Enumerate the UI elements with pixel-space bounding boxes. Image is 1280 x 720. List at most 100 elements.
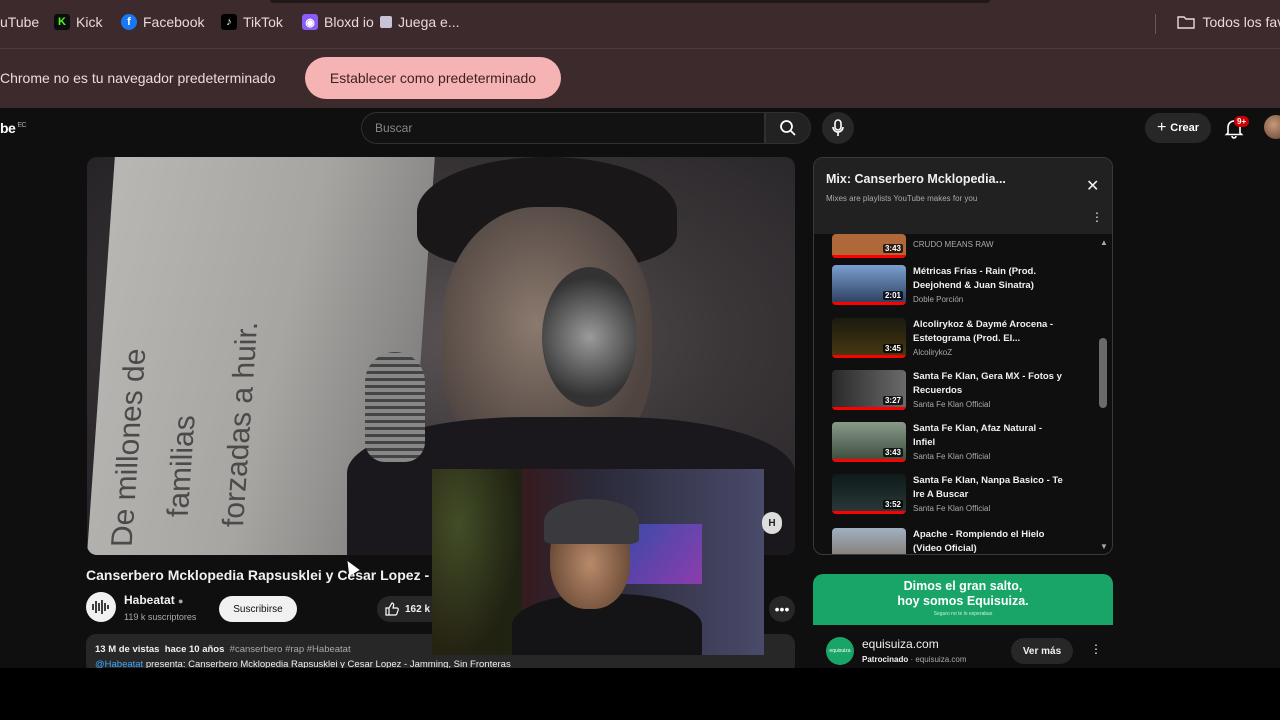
sponsored-domain: · equisuiza.com xyxy=(908,655,967,664)
playlist-item-title: Santa Fe Klan, Gera MX - Fotos y Recuerd… xyxy=(913,371,1062,396)
scroll-down-icon[interactable]: ▼ xyxy=(1100,542,1108,551)
like-count: 162 k xyxy=(405,603,431,615)
advertiser-logo[interactable]: equisuiza xyxy=(826,637,854,665)
create-button[interactable]: + Crear xyxy=(1145,113,1211,143)
playlist-title[interactable]: Mix: Canserbero Mcklopedia... xyxy=(826,172,1006,186)
bookmark-label: Kick xyxy=(76,14,103,30)
all-bookmarks-label: Todos los favo xyxy=(1202,14,1280,30)
bookmark-tiktok[interactable]: ♪ TikTok xyxy=(221,14,283,30)
playlist-item[interactable]: 3:52 Santa Fe Klan, Nanpa Basico - Te Ir… xyxy=(832,474,1092,526)
progress-bar xyxy=(832,355,906,358)
sponsored-ad[interactable]: Dimos el gran salto, hoy somos Equisuiza… xyxy=(813,574,1113,674)
playlist-scrollbar[interactable] xyxy=(1099,338,1107,408)
playlist-item-info: Apache - Rompiendo el Hielo (Video Ofici… xyxy=(913,528,1063,554)
bottom-letterbox xyxy=(0,668,1280,720)
progress-bar xyxy=(832,302,906,305)
logo-text: be xyxy=(0,120,16,136)
playlist-item-info: Santa Fe Klan, Nanpa Basico - Te Ire A B… xyxy=(913,474,1063,513)
progress-bar xyxy=(832,459,906,462)
set-default-button[interactable]: Establecer como predeterminado xyxy=(305,57,561,99)
playlist-item-title: Santa Fe Klan, Afaz Natural - Infiel xyxy=(913,423,1042,448)
playlist-item[interactable]: 3:27 Santa Fe Klan, Gera MX - Fotos y Re… xyxy=(832,370,1092,422)
facebook-icon: f xyxy=(121,14,137,30)
duration-badge: 2:01 xyxy=(882,291,903,300)
bookmark-label: Juega e... xyxy=(398,14,460,30)
search-input[interactable]: Buscar xyxy=(361,112,765,144)
like-button[interactable]: 162 k xyxy=(377,596,437,622)
bookmark-label: Facebook xyxy=(143,14,205,30)
bookmark-bloxd[interactable]: ◉ Bloxd io xyxy=(302,14,374,30)
upload-date: hace 10 años xyxy=(164,644,225,655)
close-icon[interactable]: ✕ xyxy=(1086,176,1099,196)
playlist-item-title: Métricas Frías - Rain (Prod. Deejohend &… xyxy=(913,266,1037,291)
playlist-item-info: CRUDO MEANS RAW xyxy=(913,238,1063,249)
subscriber-count: 119 k suscriptores xyxy=(124,612,197,622)
more-vertical-icon[interactable]: ⋮ xyxy=(1090,642,1102,656)
bookmark-facebook[interactable]: f Facebook xyxy=(121,14,204,30)
playlist-item-info: Santa Fe Klan, Afaz Natural - Infiel San… xyxy=(913,422,1063,461)
playlist-item-title: Santa Fe Klan, Nanpa Basico - Te Ire A B… xyxy=(913,475,1063,500)
soundwave-icon xyxy=(92,600,109,614)
all-bookmarks-folder[interactable]: Todos los favo xyxy=(1176,14,1280,30)
sponsored-label: Patrocinado xyxy=(862,655,909,664)
playlist-item-info: Métricas Frías - Rain (Prod. Deejohend &… xyxy=(913,265,1063,304)
playlist-item-channel: AlcolirykoZ xyxy=(913,348,953,357)
search-button[interactable] xyxy=(765,112,811,144)
voice-search-button[interactable] xyxy=(822,112,854,144)
ad-banner[interactable]: Dimos el gran salto, hoy somos Equisuiza… xyxy=(813,574,1113,625)
more-horizontal-icon: ••• xyxy=(774,601,790,617)
bookmarks-separator xyxy=(1155,14,1156,34)
channel-avatar[interactable] xyxy=(86,592,116,622)
video-thumbnail: 3:43 xyxy=(832,234,906,258)
playlist-item-channel: Santa Fe Klan Official xyxy=(913,504,991,513)
video-thumbnail: 3:27 xyxy=(832,370,906,410)
bookmarks-bar: uTube K Kick f Facebook ♪ TikTok ◉ Bloxd… xyxy=(0,0,1280,48)
bookmark-youtube[interactable]: uTube xyxy=(0,14,39,30)
description-meta: 13 M de vistas hace 10 años #canserbero … xyxy=(95,644,351,655)
create-label: Crear xyxy=(1170,122,1200,134)
webcam-person-cap xyxy=(544,499,639,544)
bookmark-label: uTube xyxy=(0,14,40,30)
playlist-item-title: Apache - Rompiendo el Hielo (Video Ofici… xyxy=(913,529,1045,554)
folder-icon xyxy=(1176,16,1195,29)
see-more-button[interactable]: Ver más xyxy=(1011,638,1073,664)
playlist-item[interactable]: 2:01 Métricas Frías - Rain (Prod. Deejoh… xyxy=(832,265,1092,317)
default-browser-infobar: Chrome no es tu navegador predeterminado… xyxy=(0,48,1280,108)
bookmark-kick[interactable]: K Kick xyxy=(54,14,102,30)
webcam-overlay xyxy=(432,469,764,655)
duration-badge: 3:43 xyxy=(882,244,903,253)
browser-window: uTube K Kick f Facebook ♪ TikTok ◉ Bloxd… xyxy=(0,0,1280,720)
thumbs-up-icon xyxy=(385,602,399,616)
playlist-item[interactable]: 3:43 Santa Fe Klan, Afaz Natural - Infie… xyxy=(832,422,1092,474)
bloxd-icon: ◉ xyxy=(302,14,318,30)
video-thumbnail: 2:01 xyxy=(832,265,906,305)
subscribe-button[interactable]: Suscribirse xyxy=(219,596,297,622)
youtube-header: be EC Buscar + Crear xyxy=(0,108,1280,148)
page-icon xyxy=(380,16,392,28)
playlist-item[interactable]: 3:45 Alcolirykoz & Daymé Arocena - Estet… xyxy=(832,318,1092,370)
duration-badge: 3:27 xyxy=(882,396,903,405)
bookmark-juega[interactable]: Juega e... xyxy=(380,14,460,30)
playlist-item-channel: Santa Fe Klan Official xyxy=(913,400,991,409)
hashtags[interactable]: #canserbero #rap #Habeatat xyxy=(230,644,351,655)
scroll-up-icon[interactable]: ▲ xyxy=(1100,238,1108,247)
ad-sponsored-line: Patrocinado · equisuiza.com xyxy=(862,655,966,664)
ad-domain[interactable]: equisuiza.com xyxy=(862,637,939,651)
channel-name-text: Habeatat xyxy=(124,593,175,607)
drag-handle[interactable]: H xyxy=(762,512,782,534)
progress-bar xyxy=(832,511,906,514)
mix-playlist-panel: Mix: Canserbero Mcklopedia... Mixes are … xyxy=(813,157,1113,555)
video-title: Canserbero Mcklopedia Rapsusklei y Cesar… xyxy=(86,567,430,583)
playlist-item-title: Alcolirykoz & Daymé Arocena - Estetogram… xyxy=(913,319,1054,344)
more-vertical-icon[interactable]: ⋮ xyxy=(1091,210,1103,224)
playlist-item[interactable]: Apache - Rompiendo el Hielo (Video Ofici… xyxy=(832,528,1092,554)
infobar-message: Chrome no es tu navegador predeterminado xyxy=(0,70,276,86)
playlist-item-channel: Santa Fe Klan Official xyxy=(913,452,991,461)
bookmark-label: Bloxd io xyxy=(324,14,374,30)
youtube-logo[interactable]: be EC xyxy=(0,120,27,136)
more-actions-button[interactable]: ••• xyxy=(769,596,795,622)
search-placeholder: Buscar xyxy=(375,121,413,135)
video-frame-microphone xyxy=(365,352,425,462)
verified-icon: ● xyxy=(178,596,184,606)
channel-name[interactable]: Habeatat ● xyxy=(124,593,183,607)
